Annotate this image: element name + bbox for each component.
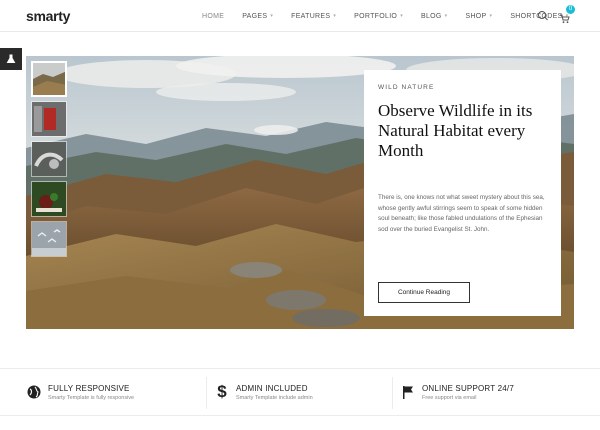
thumbnail-image <box>32 102 66 136</box>
cart-count-badge: 0 <box>566 5 575 14</box>
nav-item-label: FEATURES <box>291 12 331 20</box>
feature-subtitle: Smarty Template is fully responsive <box>48 394 135 401</box>
feature-item: FULLY RESPONSIVE Smarty Template is full… <box>26 369 134 415</box>
chevron-down-icon: ▾ <box>444 13 448 19</box>
slide-caption-card: WILD NATURE Observe Wildlife in its Natu… <box>364 70 561 316</box>
nav-item-shop[interactable]: SHOP ▾ <box>465 13 492 20</box>
slide-category: WILD NATURE <box>378 84 435 91</box>
feature-title: ADMIN INCLUDED <box>236 383 308 393</box>
cart-glyph <box>560 14 570 24</box>
chevron-down-icon: ▾ <box>400 13 403 19</box>
feature-subtitle: Smarty Template include admin <box>236 394 313 401</box>
slider-thumbnail[interactable] <box>31 61 67 97</box>
nav-item-label: PAGES <box>242 12 268 20</box>
nav-item-portfolio[interactable]: PORTFOLIO ▾ <box>354 13 403 20</box>
features-strip: FULLY RESPONSIVE Smarty Template is full… <box>0 368 600 416</box>
thumbnail-image <box>33 63 65 95</box>
slider-thumbnails <box>31 61 69 261</box>
site-logo[interactable]: smarty <box>26 8 70 24</box>
main-nav: HOME PAGES ▾ FEATURES ▾ PORTFOLIO ▾ BLOG ▾ SHOP ▾ S… <box>202 0 568 32</box>
feature-divider <box>206 377 207 409</box>
feature-title: ONLINE SUPPORT 24/7 <box>422 383 514 393</box>
nav-item-pages[interactable]: PAGES ▾ <box>242 13 273 20</box>
nav-item-label: HOME <box>202 12 225 20</box>
search-icon[interactable] <box>538 11 548 21</box>
feature-divider <box>392 377 393 409</box>
nav-item-label: PORTFOLIO <box>354 12 398 20</box>
chevron-down-icon: ▾ <box>489 13 493 19</box>
thumbnail-image <box>32 182 66 216</box>
slider-thumbnail[interactable] <box>31 181 67 217</box>
slider-thumbnail[interactable] <box>31 141 67 177</box>
thumbnail-image <box>32 142 66 176</box>
chevron-down-icon: ▾ <box>270 13 274 19</box>
globe-icon <box>26 384 42 400</box>
dollar-icon: $ <box>217 382 227 401</box>
feature-subtitle: Free support via email <box>422 394 477 401</box>
nav-item-home[interactable]: HOME <box>202 13 224 20</box>
flask-icon <box>6 54 16 63</box>
feature-text: ONLINE SUPPORT 24/7 Free support via ema… <box>422 384 514 401</box>
thumbnail-image <box>32 222 66 256</box>
nav-item-label: BLOG <box>421 12 442 20</box>
nav-item-features[interactable]: FEATURES ▾ <box>291 13 336 20</box>
feature-title: FULLY RESPONSIVE <box>48 383 130 393</box>
chevron-down-icon: ▾ <box>333 13 337 19</box>
slider-thumbnail[interactable] <box>31 221 67 257</box>
nav-item-blog[interactable]: BLOG ▾ <box>421 13 447 20</box>
continue-reading-button[interactable]: Continue Reading <box>378 282 470 303</box>
site-header: smarty HOME PAGES ▾ FEATURES ▾ PORTFOLIO ▾ BLOG… <box>0 0 600 32</box>
feature-item: $ ADMIN INCLUDED Smarty Template include… <box>214 369 313 415</box>
cart-icon[interactable]: 0 <box>560 5 575 24</box>
flag-icon <box>400 384 416 400</box>
hero-slider: WILD NATURE Observe Wildlife in its Natu… <box>26 56 574 329</box>
side-panel-toggle[interactable] <box>0 48 22 70</box>
slider-thumbnail[interactable] <box>31 101 67 137</box>
slide-description: There is, one knows not what sweet myste… <box>378 194 545 233</box>
slide-title: Observe Wildlife in its Natural Habitat … <box>378 101 533 160</box>
nav-item-label: SHOP <box>465 12 487 20</box>
feature-text: ADMIN INCLUDED Smarty Template include a… <box>236 384 313 401</box>
header-icons: 0 <box>538 0 575 32</box>
feature-text: FULLY RESPONSIVE Smarty Template is full… <box>48 384 134 401</box>
feature-item: ONLINE SUPPORT 24/7 Free support via ema… <box>400 369 514 415</box>
